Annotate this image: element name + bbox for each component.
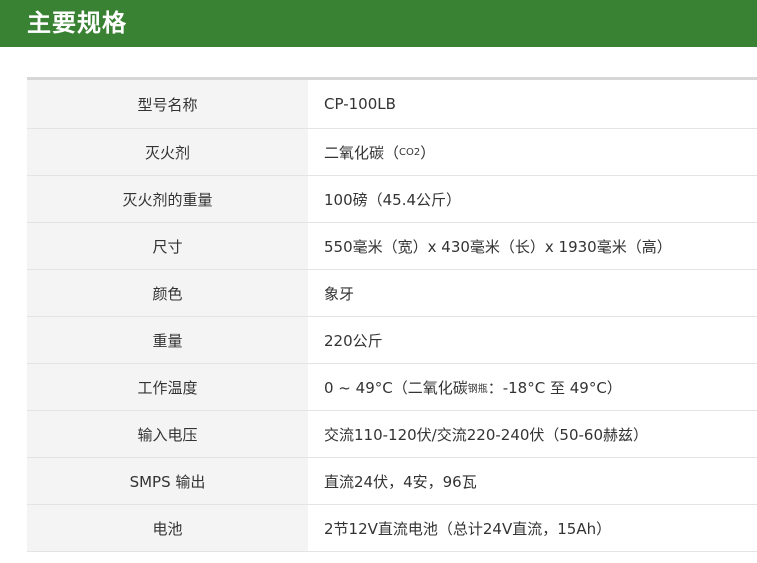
- section-header: 主要规格: [0, 0, 757, 47]
- spec-label: 工作温度: [27, 364, 308, 410]
- spec-row-smps-output: SMPS 输出 直流24伏，4安，96瓦: [27, 458, 757, 505]
- spec-row-agent-weight: 灭火剂的重量 100磅（45.4公斤）: [27, 176, 757, 223]
- spec-value: 交流110-120伏/交流220-240伏（50-60赫兹）: [324, 425, 648, 444]
- spec-label: 重量: [27, 317, 308, 363]
- spec-value: 二氧化碳（ CO2）: [308, 129, 757, 175]
- spec-row-input-voltage: 输入电压 交流110-120伏/交流220-240伏（50-60赫兹）: [27, 411, 757, 458]
- spec-row-battery: 电池 2节12V直流电池（总计24V直流，15Ah）: [27, 505, 757, 552]
- spec-value-subscript: 钢瓶: [467, 383, 488, 395]
- spec-value-subscript: CO2: [399, 146, 421, 158]
- spec-row-color: 颜色 象牙: [27, 270, 757, 317]
- spec-label: 输入电压: [27, 411, 308, 457]
- spec-label: 灭火剂: [27, 129, 308, 175]
- spec-label: SMPS 输出: [27, 458, 308, 504]
- spec-value-main: 二氧化碳（: [324, 143, 400, 162]
- spec-label: 型号名称: [27, 80, 308, 128]
- section-title: 主要规格: [27, 9, 127, 37]
- spec-value: 直流24伏，4安，96瓦: [324, 472, 477, 491]
- spec-label: 颜色: [27, 270, 308, 316]
- spec-label: 电池: [27, 505, 308, 551]
- spec-row-operating-temperature: 工作温度 0 ~ 49°C（二氧化碳 钢瓶 ：-18°C 至 49°C）: [27, 364, 757, 411]
- spec-value-main: 0 ~ 49°C（二氧化碳: [324, 378, 468, 397]
- spec-value: CP-100LB: [324, 95, 396, 113]
- spec-value: 象牙: [324, 284, 355, 303]
- spec-value: 550毫米（宽）x 430毫米（长）x 1930毫米（高）: [324, 237, 672, 256]
- spec-row-dimensions: 尺寸 550毫米（宽）x 430毫米（长）x 1930毫米（高）: [27, 223, 757, 270]
- spec-value: 100磅（45.4公斤）: [324, 190, 462, 209]
- spec-label: 尺寸: [27, 223, 308, 269]
- spec-table: 型号名称 CP-100LB 灭火剂 二氧化碳（ CO2） 灭火剂的重量 100磅（…: [27, 77, 757, 552]
- spec-label: 灭火剂的重量: [27, 176, 308, 222]
- spec-row-weight: 重量 220公斤: [27, 317, 757, 364]
- spec-value: 220公斤: [324, 331, 383, 350]
- spec-value-end: ：-18°C 至 49°C）: [487, 378, 622, 397]
- spec-value-end: ）: [420, 143, 436, 162]
- spec-row-extinguishing-agent: 灭火剂 二氧化碳（ CO2）: [27, 129, 757, 176]
- spec-row-model: 型号名称 CP-100LB: [27, 80, 757, 129]
- spec-value: 2节12V直流电池（总计24V直流，15Ah）: [324, 519, 612, 538]
- spec-value: 0 ~ 49°C（二氧化碳 钢瓶 ：-18°C 至 49°C）: [308, 364, 757, 410]
